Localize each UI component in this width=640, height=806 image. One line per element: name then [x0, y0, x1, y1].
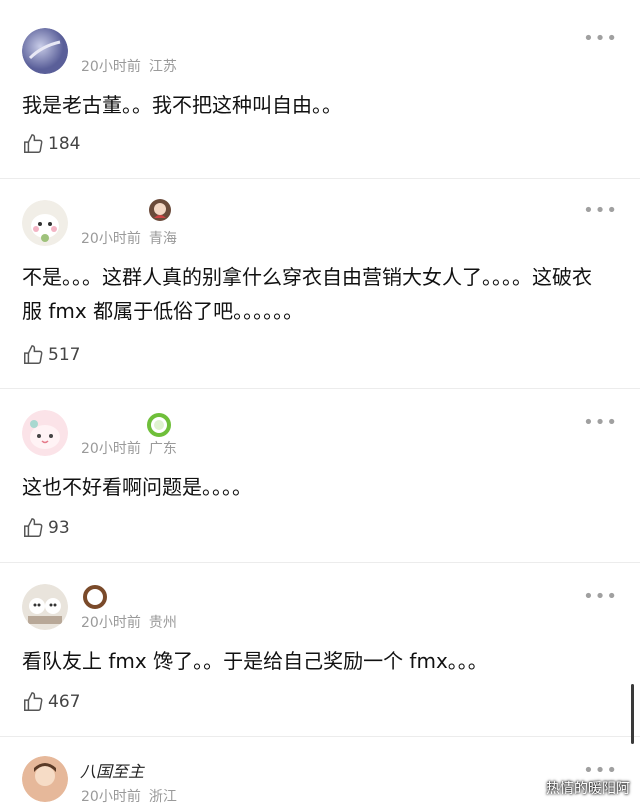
- like-button[interactable]: 467: [22, 690, 80, 714]
- comment-location: 贵州: [148, 615, 177, 631]
- avatar[interactable]: [22, 756, 68, 802]
- thumbs-up-icon: [24, 345, 43, 364]
- comment-time: 20小时前: [81, 231, 141, 247]
- like-count: 517: [48, 345, 81, 365]
- comment-location: 青海: [148, 231, 177, 247]
- thumbs-up-icon: [24, 134, 43, 153]
- more-options-button[interactable]: •••: [583, 202, 618, 220]
- comment-meta: 20小时前 广东: [81, 438, 185, 458]
- comment-time: 20小时前: [81, 59, 141, 75]
- username[interactable]: 八国至主: [80, 758, 144, 782]
- user-badge-icon: [82, 584, 108, 614]
- comment-time: 20小时前: [81, 615, 141, 631]
- more-options-button[interactable]: •••: [583, 30, 618, 48]
- comment-time: 20小时前: [81, 441, 141, 457]
- comment-text: 我是老古董。。我不把这种叫自由。。: [22, 93, 342, 117]
- comment-meta: 20小时前 青海: [81, 228, 185, 248]
- comment-text: 这也不好看啊问题是。。。。: [22, 475, 252, 499]
- scrollbar[interactable]: [631, 684, 634, 744]
- comment-meta: 20小时前 贵州: [81, 612, 185, 632]
- more-options-button[interactable]: •••: [583, 588, 618, 606]
- avatar[interactable]: [22, 200, 68, 246]
- comment-meta: 20小时前 江苏: [81, 56, 185, 76]
- comment-time: 20小时前: [81, 789, 141, 805]
- comment-location: 广东: [148, 441, 177, 457]
- comment-meta: 20小时前 浙江: [81, 786, 185, 806]
- more-options-button[interactable]: •••: [583, 414, 618, 432]
- avatar[interactable]: [22, 584, 68, 630]
- user-badge-icon: [148, 198, 172, 226]
- like-button[interactable]: 517: [22, 343, 80, 367]
- avatar[interactable]: [22, 410, 68, 456]
- divider: [0, 178, 640, 179]
- divider: [0, 736, 640, 737]
- avatar[interactable]: [22, 28, 68, 74]
- like-button[interactable]: 93: [22, 516, 70, 540]
- like-button[interactable]: 184: [22, 132, 80, 156]
- like-count: 93: [48, 518, 70, 538]
- watermark: 热情的暖阳阿: [546, 781, 630, 797]
- comment-text: 不是。。。这群人真的别拿什么穿衣自由营销大女人了。。。。这破衣服 fmx 都属于…: [22, 265, 592, 323]
- comment-location: 浙江: [148, 789, 177, 805]
- comment-location: 江苏: [148, 59, 177, 75]
- like-count: 467: [48, 692, 81, 712]
- more-options-button[interactable]: •••: [583, 762, 618, 780]
- comment-text: 看队友上 fmx 馋了。。于是给自己奖励一个 fmx。。。: [22, 649, 488, 673]
- like-count: 184: [48, 134, 81, 154]
- thumbs-up-icon: [24, 692, 43, 711]
- divider: [0, 562, 640, 563]
- divider: [0, 388, 640, 389]
- thumbs-up-icon: [24, 518, 43, 537]
